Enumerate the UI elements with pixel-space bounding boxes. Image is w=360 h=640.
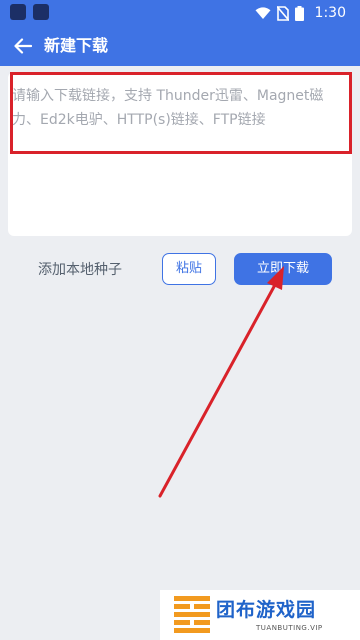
watermark-brand: 团布游戏园 [216,599,317,621]
status-bar: 1:30 [0,0,360,26]
notification-icon [33,4,49,20]
watermark: 团布游戏园 TUANBUTING.VIP [160,590,360,640]
paste-button[interactable]: 粘贴 [162,253,216,285]
status-icons [255,5,304,21]
arrow-left-icon [14,38,32,54]
watermark-url: TUANBUTING.VIP [256,624,323,632]
battery-icon [295,5,304,21]
add-local-seed-button[interactable]: 添加本地种子 [38,260,122,280]
download-now-button[interactable]: 立即下载 [234,253,332,285]
input-card [8,72,352,236]
notification-icon [10,4,26,20]
download-link-input[interactable] [8,72,352,236]
back-button[interactable] [10,33,36,59]
status-time: 1:30 [314,5,346,21]
page-title: 新建下载 [44,36,109,55]
wifi-icon [255,6,271,19]
no-sim-icon [277,5,289,21]
app-bar: 新建下载 [0,26,360,66]
brand-logo-icon [174,596,210,633]
